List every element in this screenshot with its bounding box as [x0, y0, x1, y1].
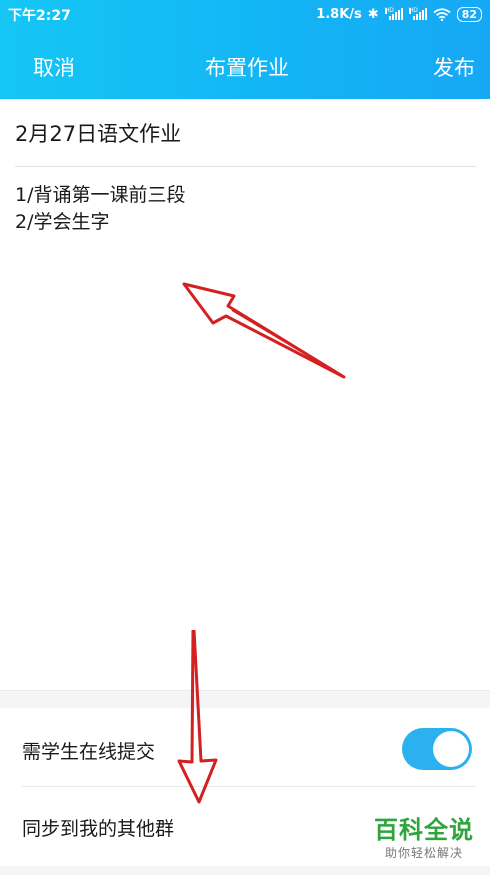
toggle-knob — [433, 731, 469, 767]
watermark-logo: 百科全说 助你轻松解决 — [364, 815, 484, 861]
section-separator — [0, 690, 490, 709]
status-bar: 下午2:27 1.8K/s ✱ HD HD 82 — [0, 0, 490, 28]
bluetooth-icon: ✱ — [367, 6, 379, 22]
nav-bar: 取消 布置作业 发布 — [0, 40, 490, 90]
online-submit-row[interactable]: 需学生在线提交 — [0, 708, 490, 788]
sync-groups-label: 同步到我的其他群 — [22, 818, 175, 840]
divider — [15, 166, 476, 167]
signal-icon: HD — [384, 8, 403, 20]
wifi-icon — [433, 7, 451, 21]
content-line: 1/背诵第一课前三段 — [15, 184, 186, 206]
battery-indicator: 82 — [456, 6, 482, 22]
watermark-title: 百科全说 — [374, 816, 474, 844]
status-indicators: 1.8K/s ✱ HD HD 82 — [316, 5, 482, 23]
page-title-wrap: 布置作业 — [0, 52, 490, 82]
network-speed: 1.8K/s — [316, 6, 362, 22]
app-header: 下午2:27 1.8K/s ✱ HD HD 82 取消 布置作业 发布 — [0, 0, 490, 99]
annotation-arrow-up-left — [182, 282, 346, 379]
bottom-spacer — [0, 866, 490, 875]
online-submit-label: 需学生在线提交 — [22, 741, 156, 763]
watermark-subtitle: 助你轻松解决 — [384, 846, 463, 860]
online-submit-toggle[interactable] — [402, 728, 472, 770]
status-time: 下午2:27 — [8, 8, 71, 24]
signal-icon: HD — [408, 8, 427, 20]
page-title: 布置作业 — [205, 56, 289, 80]
homework-content-input[interactable]: 1/背诵第一课前三段 2/学会生字 — [15, 182, 186, 236]
publish-button[interactable]: 发布 — [433, 52, 475, 82]
content-line: 2/学会生字 — [15, 211, 110, 233]
homework-title-input[interactable]: 2月27日语文作业 — [15, 118, 181, 148]
